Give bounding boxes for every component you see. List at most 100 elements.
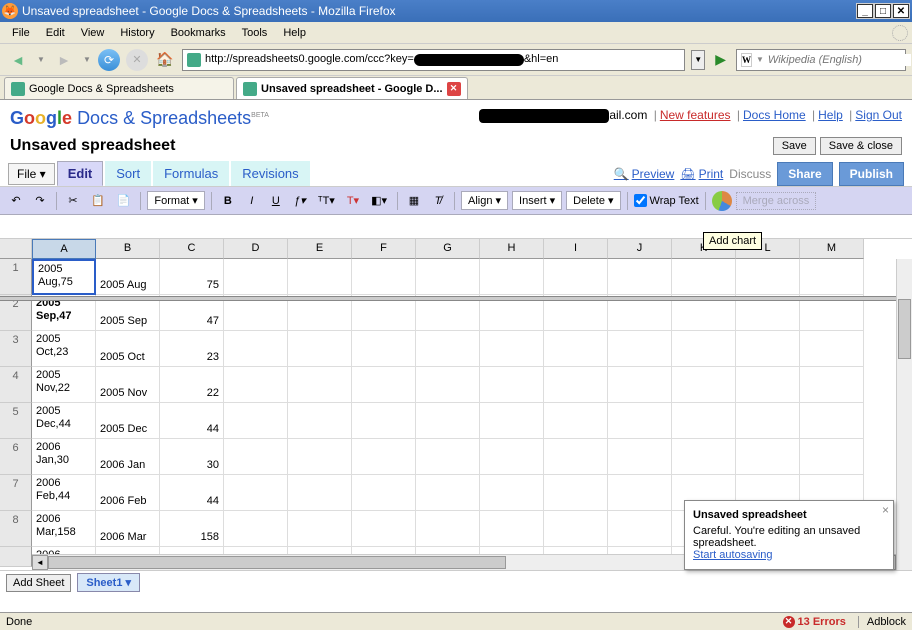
cell[interactable] <box>352 475 416 511</box>
tab-sort[interactable]: Sort <box>105 161 151 186</box>
docs-home-link[interactable]: Docs Home <box>743 108 806 122</box>
column-header-E[interactable]: E <box>288 239 352 259</box>
cell[interactable]: 23 <box>160 331 224 367</box>
cell[interactable]: 2006Jan,30 <box>32 439 96 475</box>
clear-format-button[interactable]: T̸ <box>428 191 448 211</box>
add-sheet-button[interactable]: Add Sheet <box>6 574 71 592</box>
sheet-tab-1[interactable]: Sheet1 ▾ <box>77 573 140 592</box>
cell[interactable] <box>352 367 416 403</box>
merge-across-button[interactable]: Merge across <box>736 192 817 210</box>
vertical-scrollbar[interactable] <box>896 259 912 570</box>
home-button[interactable]: 🏠 <box>154 49 176 71</box>
cell[interactable] <box>480 259 544 295</box>
cell[interactable] <box>608 475 672 511</box>
menu-help[interactable]: Help <box>275 25 314 41</box>
publish-button[interactable]: Publish <box>839 162 904 186</box>
adblock-indicator[interactable]: Adblock <box>858 616 906 628</box>
undo-button[interactable]: ↶ <box>6 191 26 211</box>
redo-button[interactable]: ↷ <box>30 191 50 211</box>
freeze-split-bar[interactable] <box>0 296 896 301</box>
file-menu-button[interactable]: File ▾ <box>8 163 55 185</box>
save-button[interactable]: Save <box>773 137 816 155</box>
cell[interactable]: 22 <box>160 367 224 403</box>
cell[interactable]: 75 <box>160 259 224 295</box>
tab-formulas[interactable]: Formulas <box>153 161 229 186</box>
cell[interactable] <box>224 367 288 403</box>
cell[interactable]: 44 <box>160 475 224 511</box>
cell[interactable] <box>352 511 416 547</box>
cell[interactable] <box>352 439 416 475</box>
cell[interactable] <box>224 403 288 439</box>
row-header[interactable]: 5 <box>0 403 32 439</box>
cell[interactable] <box>224 439 288 475</box>
select-all-corner[interactable] <box>0 239 32 259</box>
cell[interactable] <box>416 367 480 403</box>
forward-dropdown[interactable]: ▼ <box>82 48 92 72</box>
cell[interactable]: 2005 Oct <box>96 331 160 367</box>
column-header-D[interactable]: D <box>224 239 288 259</box>
cell[interactable] <box>352 331 416 367</box>
cell[interactable] <box>416 439 480 475</box>
italic-button[interactable]: I <box>242 191 262 211</box>
cell[interactable]: 2006Feb,44 <box>32 475 96 511</box>
reload-button[interactable]: ⟳ <box>98 49 120 71</box>
scroll-left-button[interactable]: ◄ <box>32 555 48 570</box>
cell[interactable] <box>608 259 672 295</box>
row-header[interactable]: 8 <box>0 511 32 547</box>
search-input[interactable] <box>768 54 911 66</box>
cell[interactable] <box>288 511 352 547</box>
font-family-button[interactable]: ƒ▾ <box>290 191 310 211</box>
tab-revisions[interactable]: Revisions <box>231 161 309 186</box>
cell[interactable] <box>544 403 608 439</box>
cell[interactable] <box>608 439 672 475</box>
cell[interactable]: 2006 Mar <box>96 511 160 547</box>
cell[interactable] <box>224 511 288 547</box>
text-color-button[interactable]: T▾ <box>343 191 363 211</box>
cell[interactable] <box>544 331 608 367</box>
back-dropdown[interactable]: ▼ <box>36 48 46 72</box>
cell[interactable]: 2006Mar,158 <box>32 511 96 547</box>
cell[interactable] <box>544 439 608 475</box>
save-close-button[interactable]: Save & close <box>820 137 902 155</box>
cell[interactable] <box>736 259 800 295</box>
cell[interactable] <box>544 367 608 403</box>
column-header-B[interactable]: B <box>96 239 160 259</box>
row-header[interactable]: 6 <box>0 439 32 475</box>
bg-color-button[interactable]: ◧▾ <box>367 191 391 211</box>
cell[interactable] <box>288 367 352 403</box>
cell[interactable] <box>608 367 672 403</box>
cell[interactable] <box>736 367 800 403</box>
cell[interactable] <box>352 403 416 439</box>
cell[interactable] <box>544 475 608 511</box>
cell[interactable] <box>800 439 864 475</box>
column-header-I[interactable]: I <box>544 239 608 259</box>
discuss-button[interactable]: Discuss <box>729 167 771 181</box>
maximize-button[interactable]: □ <box>875 4 891 18</box>
paste-button[interactable]: 📄 <box>113 191 135 211</box>
browser-tab-1[interactable]: Unsaved spreadsheet - Google D... ✕ <box>236 77 468 99</box>
share-button[interactable]: Share <box>777 162 832 186</box>
row-header[interactable]: 7 <box>0 475 32 511</box>
cell[interactable]: 158 <box>160 511 224 547</box>
row-header[interactable]: 1 <box>0 259 32 295</box>
cell[interactable] <box>608 331 672 367</box>
borders-button[interactable]: ▦ <box>404 191 424 211</box>
add-chart-button[interactable] <box>712 191 732 211</box>
menu-file[interactable]: File <box>4 25 38 41</box>
column-header-F[interactable]: F <box>352 239 416 259</box>
column-header-J[interactable]: J <box>608 239 672 259</box>
cell[interactable] <box>544 511 608 547</box>
underline-button[interactable]: U <box>266 191 286 211</box>
cell[interactable] <box>800 403 864 439</box>
sign-out-link[interactable]: Sign Out <box>855 108 902 122</box>
menu-edit[interactable]: Edit <box>38 25 73 41</box>
cell[interactable] <box>608 511 672 547</box>
preview-link[interactable]: 🔍Preview <box>614 167 675 181</box>
cell[interactable]: 2005Oct,23 <box>32 331 96 367</box>
cell[interactable] <box>736 403 800 439</box>
warning-close-icon[interactable]: × <box>882 503 889 517</box>
cell[interactable]: 2005Nov,22 <box>32 367 96 403</box>
cell[interactable] <box>800 367 864 403</box>
close-button[interactable]: ✕ <box>893 4 909 18</box>
errors-indicator[interactable]: ✕13 Errors <box>783 616 846 628</box>
